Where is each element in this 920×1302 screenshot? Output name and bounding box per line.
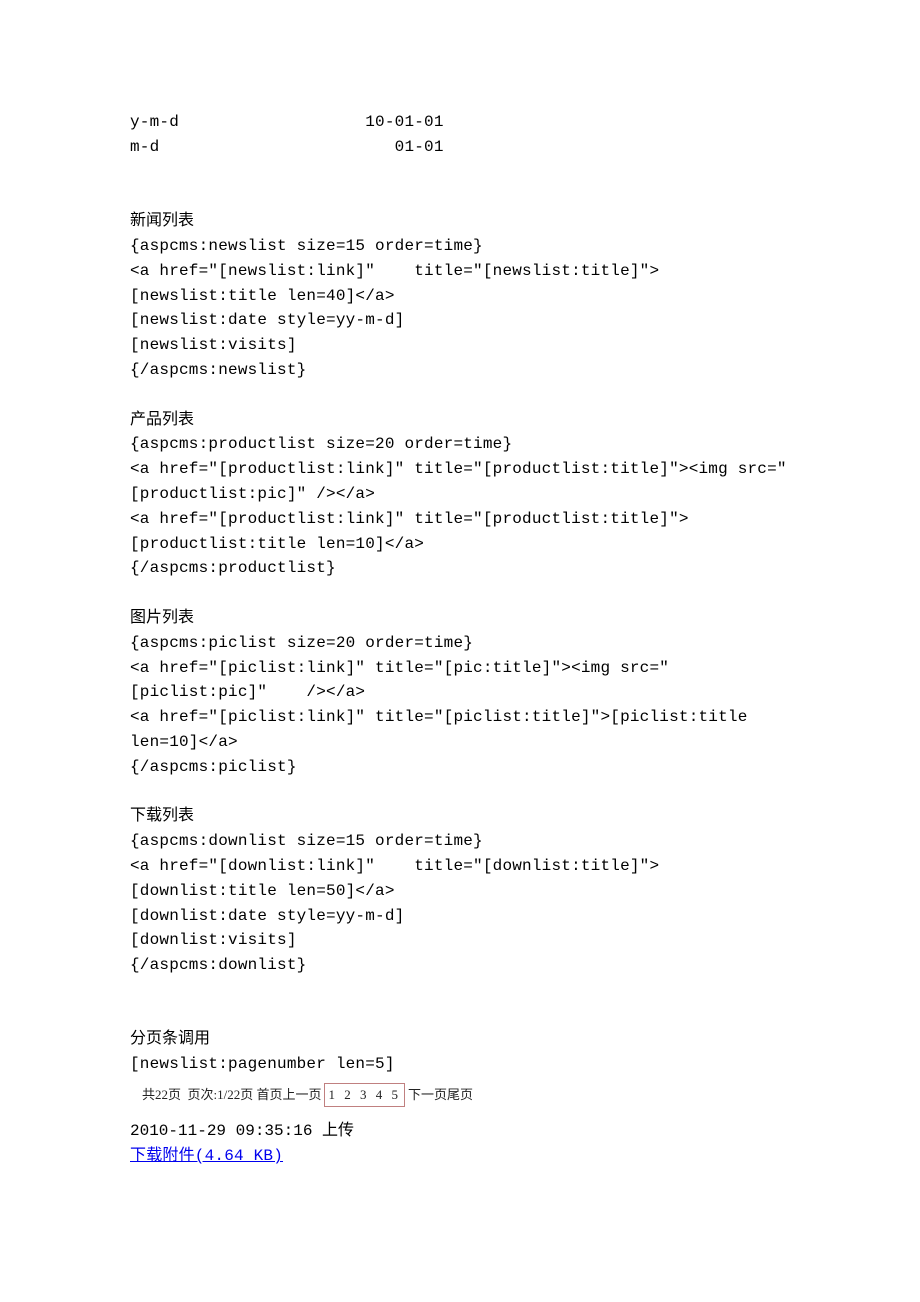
code-block-downlist: {aspcms:downlist size=15 order=time} <a …	[130, 832, 659, 974]
pager-numbers: 1 2 3 4 5	[324, 1083, 405, 1107]
section-title-news: 新闻列表	[130, 212, 194, 229]
section-title-product: 产品列表	[130, 411, 194, 428]
code-block-newslist: {aspcms:newslist size=15 order=time} <a …	[130, 237, 659, 379]
section-title-pic: 图片列表	[130, 609, 194, 626]
document-page: y-m-d 10-01-01 m-d 01-01 新闻列表 {aspcms:ne…	[0, 0, 920, 1169]
date-format-line-1: y-m-d 10-01-01	[130, 113, 444, 131]
date-format-line-2: m-d 01-01	[130, 138, 444, 156]
pager-prefix: 共22页 页次:1/22页 首页上一页	[142, 1085, 321, 1105]
download-attachment-link[interactable]: 下载附件(4.64 KB)	[130, 1147, 283, 1165]
code-block-productlist: {aspcms:productlist size=20 order=time} …	[130, 435, 787, 577]
code-block-pager: [newslist:pagenumber len=5]	[130, 1055, 395, 1073]
code-block-piclist: {aspcms:piclist size=20 order=time} <a h…	[130, 634, 757, 776]
upload-timestamp: 2010-11-29 09:35:16 上传	[130, 1122, 354, 1140]
pager-preview: 共22页 页次:1/22页 首页上一页1 2 3 4 5下一页尾页	[130, 1079, 790, 1111]
section-title-pager: 分页条调用	[130, 1030, 210, 1047]
pager-suffix: 下一页尾页	[408, 1085, 473, 1105]
section-title-down: 下载列表	[130, 807, 194, 824]
